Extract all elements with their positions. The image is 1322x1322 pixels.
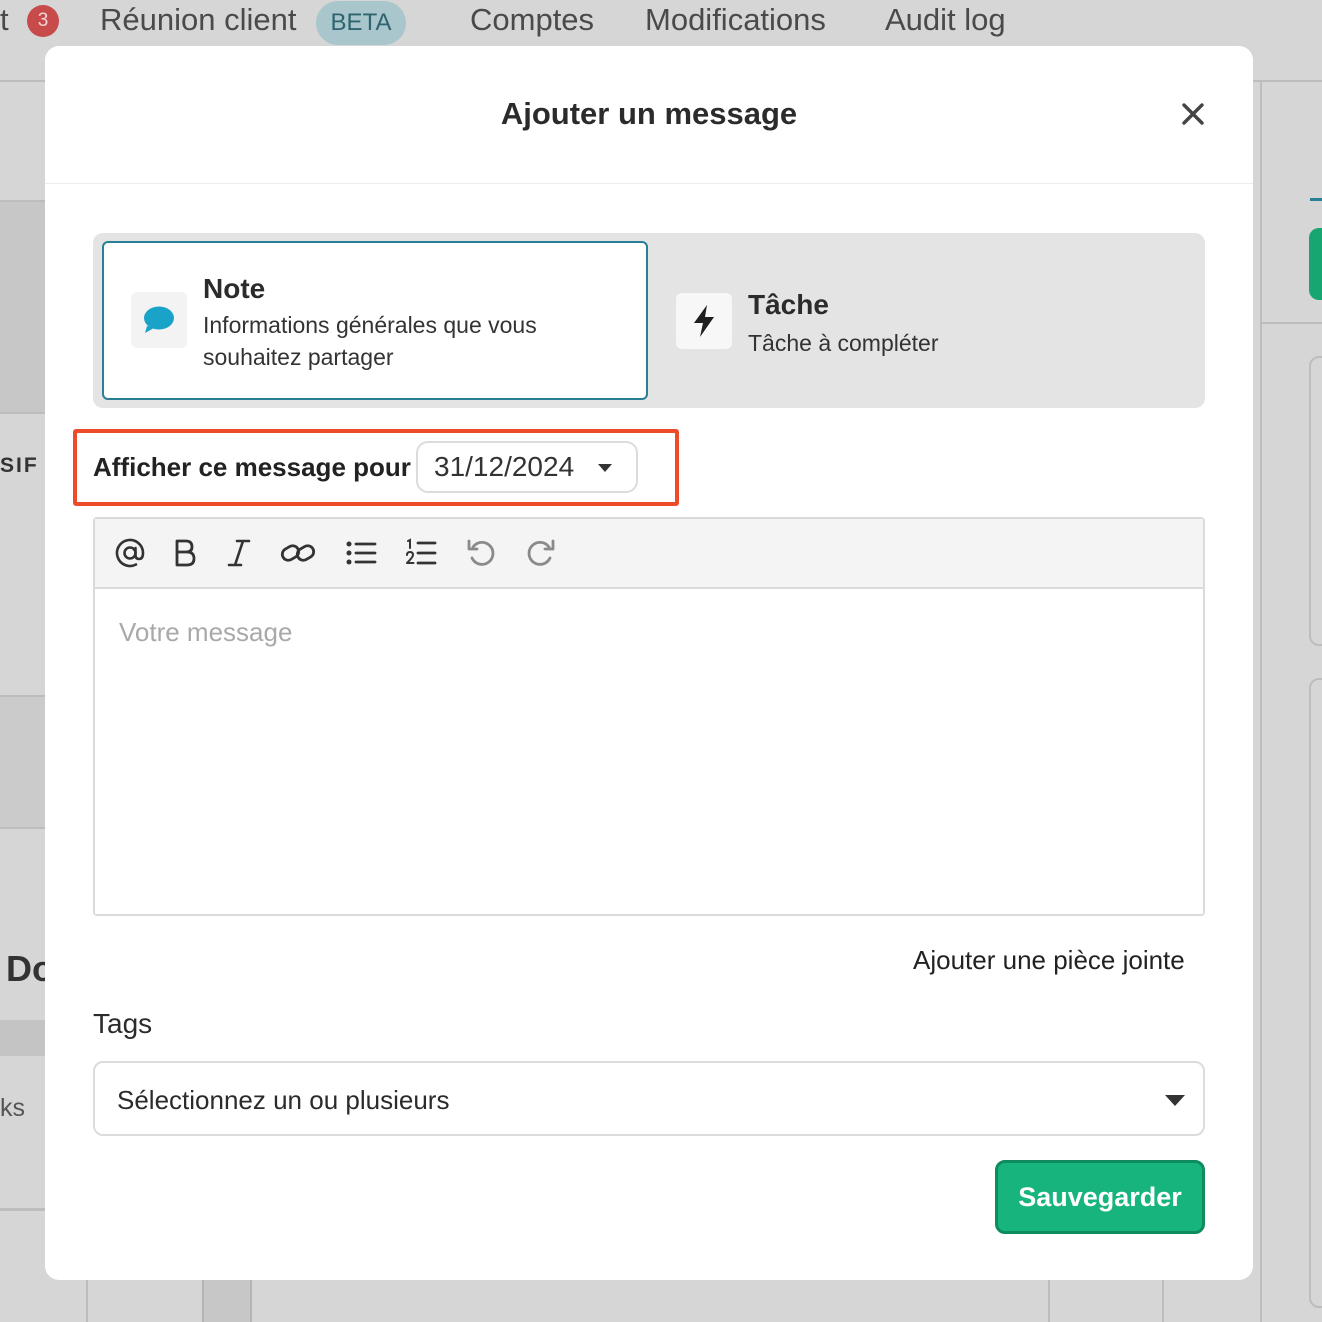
bg-divider — [1048, 1280, 1050, 1322]
undo-icon[interactable] — [463, 535, 499, 571]
bullet-list-icon[interactable] — [343, 535, 379, 571]
add-message-dialog: Ajouter un message Note Informations gén… — [45, 46, 1253, 1280]
bg-divider — [0, 827, 45, 829]
type-option-title: Tâche — [748, 289, 829, 320]
bg-green-button — [1309, 228, 1322, 300]
display-date-value: 31/12/2024 — [434, 451, 575, 482]
type-option-note[interactable]: Note Informations générales que vous sou… — [102, 241, 648, 400]
tags-label: Tags — [93, 1008, 153, 1039]
display-for-label: Afficher ce message pour — [93, 452, 411, 482]
dialog-title: Ajouter un message — [500, 96, 798, 131]
caret-down-icon — [598, 464, 612, 472]
bg-divider — [1260, 82, 1262, 1322]
tags-placeholder: Sélectionnez un ou plusieurs — [117, 1085, 450, 1115]
close-button[interactable] — [1177, 98, 1209, 130]
nav-tab-audit[interactable]: Audit log — [885, 2, 1006, 38]
tags-dropdown[interactable]: Sélectionnez un ou plusieurs — [93, 1061, 1205, 1136]
bg-divider — [1162, 1280, 1164, 1322]
display-date-dropdown[interactable]: 31/12/2024 — [416, 441, 638, 493]
type-option-description: Tâche à compléter — [748, 330, 939, 356]
bg-side-text: SIF — [0, 454, 39, 477]
type-option-title: Note — [203, 273, 266, 304]
bg-divider — [86, 1280, 88, 1322]
message-editor — [93, 517, 1205, 916]
bg-divider — [0, 1208, 45, 1211]
bg-divider — [1262, 322, 1322, 324]
bg-divider — [1253, 80, 1322, 82]
bold-icon[interactable] — [167, 535, 203, 571]
dialog-header: Ajouter un message — [45, 46, 1253, 184]
close-icon — [1182, 103, 1204, 125]
type-option-task[interactable]: Tâche Tâche à compléter — [659, 241, 1199, 400]
bg-panel — [0, 1020, 45, 1056]
nav-tab-partial[interactable]: t — [0, 2, 9, 38]
redo-icon[interactable] — [523, 535, 559, 571]
bg-card — [1309, 678, 1322, 1308]
save-button[interactable]: Sauvegarder — [995, 1160, 1205, 1234]
mention-icon[interactable] — [112, 535, 148, 571]
bg-side-text: ks — [0, 1094, 25, 1122]
nav-tab-meeting[interactable]: Réunion client — [100, 2, 296, 38]
message-textarea[interactable] — [95, 589, 1203, 914]
editor-toolbar — [95, 519, 1203, 589]
lightning-icon — [676, 293, 732, 349]
bg-panel — [0, 697, 45, 827]
bg-panel — [202, 1280, 252, 1322]
numbered-list-icon[interactable] — [403, 535, 439, 571]
nav-tab-changes[interactable]: Modifications — [645, 2, 826, 38]
bg-tab-indicator — [1310, 198, 1322, 201]
chat-bubble-icon — [131, 292, 187, 348]
italic-icon[interactable] — [221, 535, 257, 571]
bg-divider — [0, 412, 45, 414]
type-option-description: Informations générales que vous souhaite… — [203, 312, 537, 370]
bg-panel — [0, 202, 45, 412]
caret-down-icon — [1165, 1095, 1185, 1106]
bg-card — [1309, 356, 1322, 646]
nav-tab-accounts[interactable]: Comptes — [470, 2, 594, 38]
beta-badge: BETA — [316, 1, 406, 45]
message-type-selector: Note Informations générales que vous sou… — [93, 233, 1205, 408]
notification-badge: 3 — [27, 5, 59, 37]
add-attachment-link[interactable]: Ajouter une pièce jointe — [913, 945, 1185, 976]
link-icon[interactable] — [280, 535, 316, 571]
